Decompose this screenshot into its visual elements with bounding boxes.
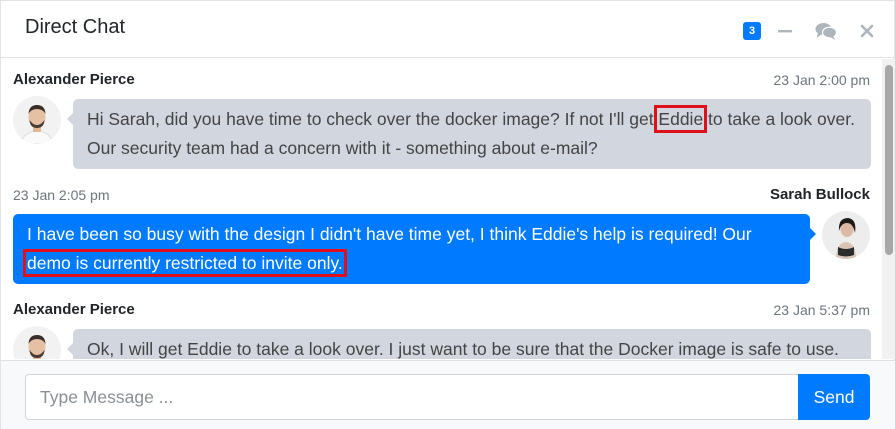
message-text: Hi Sarah, did you have time to check ove… (87, 109, 659, 129)
message-author: Alexander Pierce (13, 301, 135, 318)
card-title: Direct Chat (25, 16, 126, 38)
send-button[interactable]: Send (798, 374, 870, 420)
contacts-toggle-button[interactable] (815, 21, 837, 41)
message-bubble: Ok, I will get Eddie to take a look over… (67, 329, 871, 359)
message-author: Sarah Bullock (769, 186, 870, 203)
comments-icon (815, 23, 837, 40)
new-messages-badge: 3 (743, 22, 761, 40)
avatar (13, 326, 61, 359)
message-bubble: I have been so busy with the design I di… (13, 214, 816, 284)
message-timestamp: 23 Jan 5:37 pm (773, 302, 870, 318)
message-bubble: Hi Sarah, did you have time to check ove… (67, 99, 871, 169)
message-text: I have been so busy with the design I di… (27, 224, 752, 244)
avatar (822, 211, 870, 259)
card-header: Direct Chat 3 (1, 1, 895, 58)
messages-scrollbar[interactable] (882, 59, 895, 359)
highlighted-text: Eddie (654, 105, 708, 133)
message-timestamp: 23 Jan 2:00 pm (773, 72, 870, 88)
message-input[interactable] (25, 374, 799, 420)
messages-list[interactable]: Alexander Pierce 23 Jan 2:00 pm Hi Sarah… (1, 59, 881, 359)
close-icon (860, 24, 874, 38)
avatar (13, 96, 61, 144)
scrollbar-thumb[interactable] (885, 65, 893, 255)
direct-chat-card: Direct Chat 3 Alexander Pierce 23 Jan 2:… (0, 0, 895, 429)
collapse-button[interactable] (775, 21, 795, 41)
highlighted-text: demo is currently restricted to invite o… (23, 249, 347, 277)
card-footer: Send (1, 360, 895, 429)
message-author: Alexander Pierce (13, 71, 135, 88)
minus-icon (778, 30, 792, 33)
remove-button[interactable] (857, 21, 877, 41)
message-text: Ok, I will get Eddie to take a look over… (87, 339, 839, 359)
message-timestamp: 23 Jan 2:05 pm (13, 187, 110, 203)
